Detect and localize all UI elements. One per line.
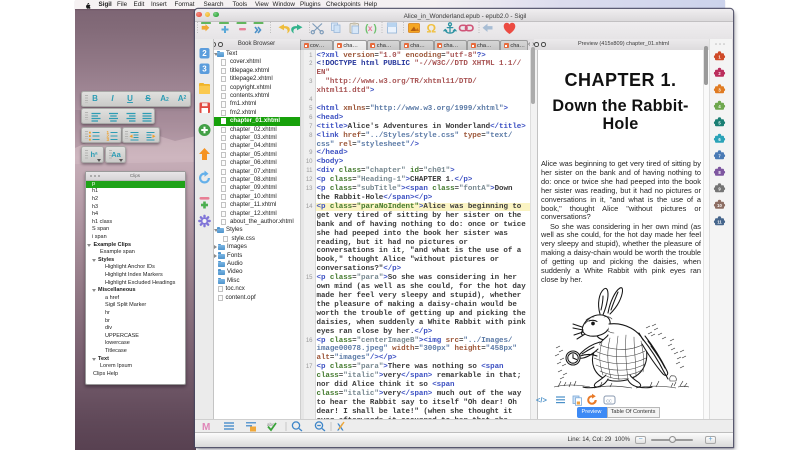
svg-text:x: x	[368, 23, 373, 33]
svg-text:</>: </>	[536, 396, 547, 405]
svg-text:2: 2	[202, 49, 207, 58]
svg-text:cc: cc	[606, 398, 612, 404]
svg-text:10: 10	[717, 203, 722, 208]
svg-text:): )	[374, 23, 377, 34]
svg-text:3: 3	[202, 65, 207, 74]
svg-text:11: 11	[717, 220, 722, 225]
svg-text:Ω: Ω	[427, 21, 437, 35]
svg-text:3: 3	[107, 137, 110, 142]
